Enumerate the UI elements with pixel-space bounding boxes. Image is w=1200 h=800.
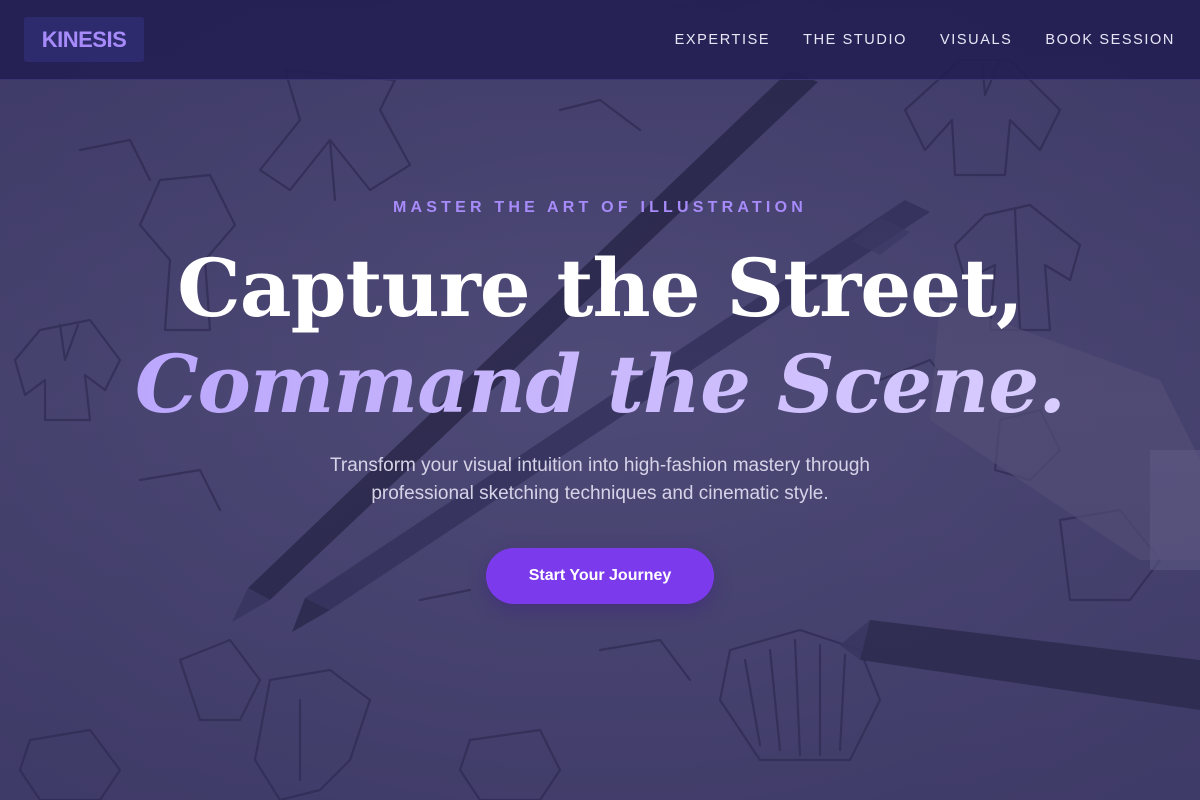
top-navbar: KINESIS EXPERTISE THE STUDIO VISUALS BOO… [0,0,1200,80]
nav-link-book-session[interactable]: BOOK SESSION [1045,32,1175,48]
nav-link-the-studio[interactable]: THE STUDIO [803,32,907,48]
hero-section: MASTER THE ART OF ILLUSTRATION Capture t… [0,0,1200,800]
landing-page: KINESIS EXPERTISE THE STUDIO VISUALS BOO… [0,0,1200,800]
nav-links: EXPERTISE THE STUDIO VISUALS BOOK SESSIO… [675,0,1175,80]
start-journey-button[interactable]: Start Your Journey [486,548,714,604]
brand-logo[interactable]: KINESIS [24,17,144,62]
hero-headline-line2: Command the Scene. [0,334,1200,434]
hero-headline-line1: Capture the Street, [177,241,1024,335]
hero-subtitle-line2: professional sketching techniques and ci… [371,483,829,504]
nav-link-visuals[interactable]: VISUALS [940,32,1012,48]
hero-subtitle-line1: Transform your visual intuition into hig… [330,455,870,476]
hero-subtitle: Transform your visual intuition into hig… [270,452,930,508]
nav-link-expertise[interactable]: EXPERTISE [675,32,771,48]
hero-eyebrow: MASTER THE ART OF ILLUSTRATION [393,199,807,216]
brand-logo-text: KINESIS [41,26,127,52]
